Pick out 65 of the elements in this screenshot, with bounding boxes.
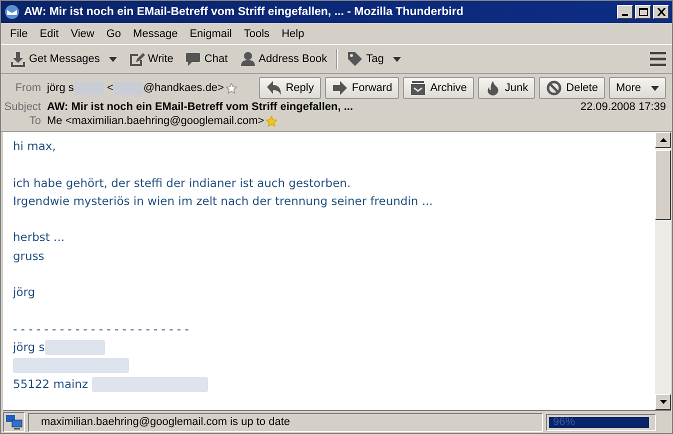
person-icon [240, 51, 256, 67]
archive-icon [410, 80, 426, 96]
field-label: Subject [3, 101, 42, 113]
action-button[interactable]: Archive [403, 77, 474, 99]
menu-item[interactable]: Tools [238, 28, 277, 40]
subject-text: AW: Mir ist noch ein EMail-Betreff vom Striff eingefallen, ... [47, 101, 354, 113]
maximize-button[interactable] [635, 5, 651, 19]
arrow-down-icon [660, 400, 666, 404]
body-text: - - - - - - - - - - - - - - - - - - - - - - - [13, 320, 189, 338]
star-icon[interactable] [266, 116, 278, 126]
window-title: AW: Mir ist noch ein EMail-Betreff vom Striff eingefallen, ... - Mozilla Thunderbird [24, 6, 464, 18]
menu-item[interactable]: Message [128, 28, 185, 40]
arrow-right-icon [332, 80, 348, 96]
menu-item[interactable]: Edit [34, 28, 66, 40]
body-text: ich habe gehört, der steffi der indianer ist auch gestorben. [13, 174, 351, 192]
app-icon [4, 4, 20, 20]
sender-text: < [106, 82, 114, 94]
toolbar-button[interactable]: Address Book [236, 49, 330, 69]
menu-item[interactable]: Go [101, 28, 128, 40]
maximize-icon [638, 8, 648, 16]
toolbar-button[interactable]: Chat [182, 49, 231, 69]
tag-icon [347, 51, 364, 67]
toolbar-button[interactable]: Tag [344, 49, 404, 69]
body-text: gruss [13, 248, 44, 265]
sender-text: jörg s [47, 82, 74, 94]
sender-text: @handkaes.de> [143, 82, 224, 94]
close-icon [656, 8, 666, 16]
close-button[interactable] [653, 5, 669, 19]
minimize-button[interactable] [617, 5, 633, 19]
action-button[interactable]: Reply [258, 77, 321, 99]
status-text: maximilian.baehring@googlemail.com is up to date [41, 416, 290, 428]
action-button[interactable]: Junk [478, 77, 536, 99]
pencil-icon [128, 51, 145, 67]
redaction-block [44, 340, 105, 355]
body-text: jörg [13, 284, 36, 302]
menu-item[interactable]: View [66, 28, 102, 40]
scrollbar-thumb[interactable] [655, 150, 671, 220]
body-text: 55122 mainz [13, 376, 90, 393]
toolbar-button[interactable]: Write [126, 49, 176, 69]
toolbar-button[interactable]: Get Messages [7, 49, 120, 69]
action-button[interactable]: More [608, 77, 666, 99]
body-text: herbst ... [13, 229, 65, 246]
arrow-up-icon [660, 138, 666, 142]
field-label: From [14, 82, 42, 94]
action-button[interactable]: Delete [539, 77, 605, 99]
caret-icon [651, 86, 659, 90]
download-icon [10, 51, 26, 67]
delete-icon [546, 80, 562, 96]
scroll-up-button[interactable] [655, 132, 671, 148]
menu-item[interactable]: File [5, 28, 35, 40]
action-button[interactable]: Forward [324, 77, 400, 99]
menu-item[interactable]: Enigmail [184, 28, 239, 40]
menu-icon[interactable] [650, 52, 666, 66]
body-text: Irgendwie mysteriös in wien im zelt nach der trennung seiner freundin ... [13, 192, 433, 210]
menu-item[interactable]: Help [276, 28, 312, 40]
body-text: jörg s [13, 339, 45, 356]
chat-icon [185, 51, 202, 67]
flame-icon [484, 80, 501, 96]
recipient-text: Me <maximilian.baehring@googlemail.com> [47, 115, 264, 127]
star-icon[interactable] [226, 82, 237, 94]
field-label: To [28, 115, 42, 127]
body-text: hi max, [13, 138, 56, 155]
reply-icon [266, 80, 282, 96]
date-text: 22.09.2008 17:39 [580, 101, 666, 113]
scroll-down-button[interactable] [655, 394, 671, 410]
